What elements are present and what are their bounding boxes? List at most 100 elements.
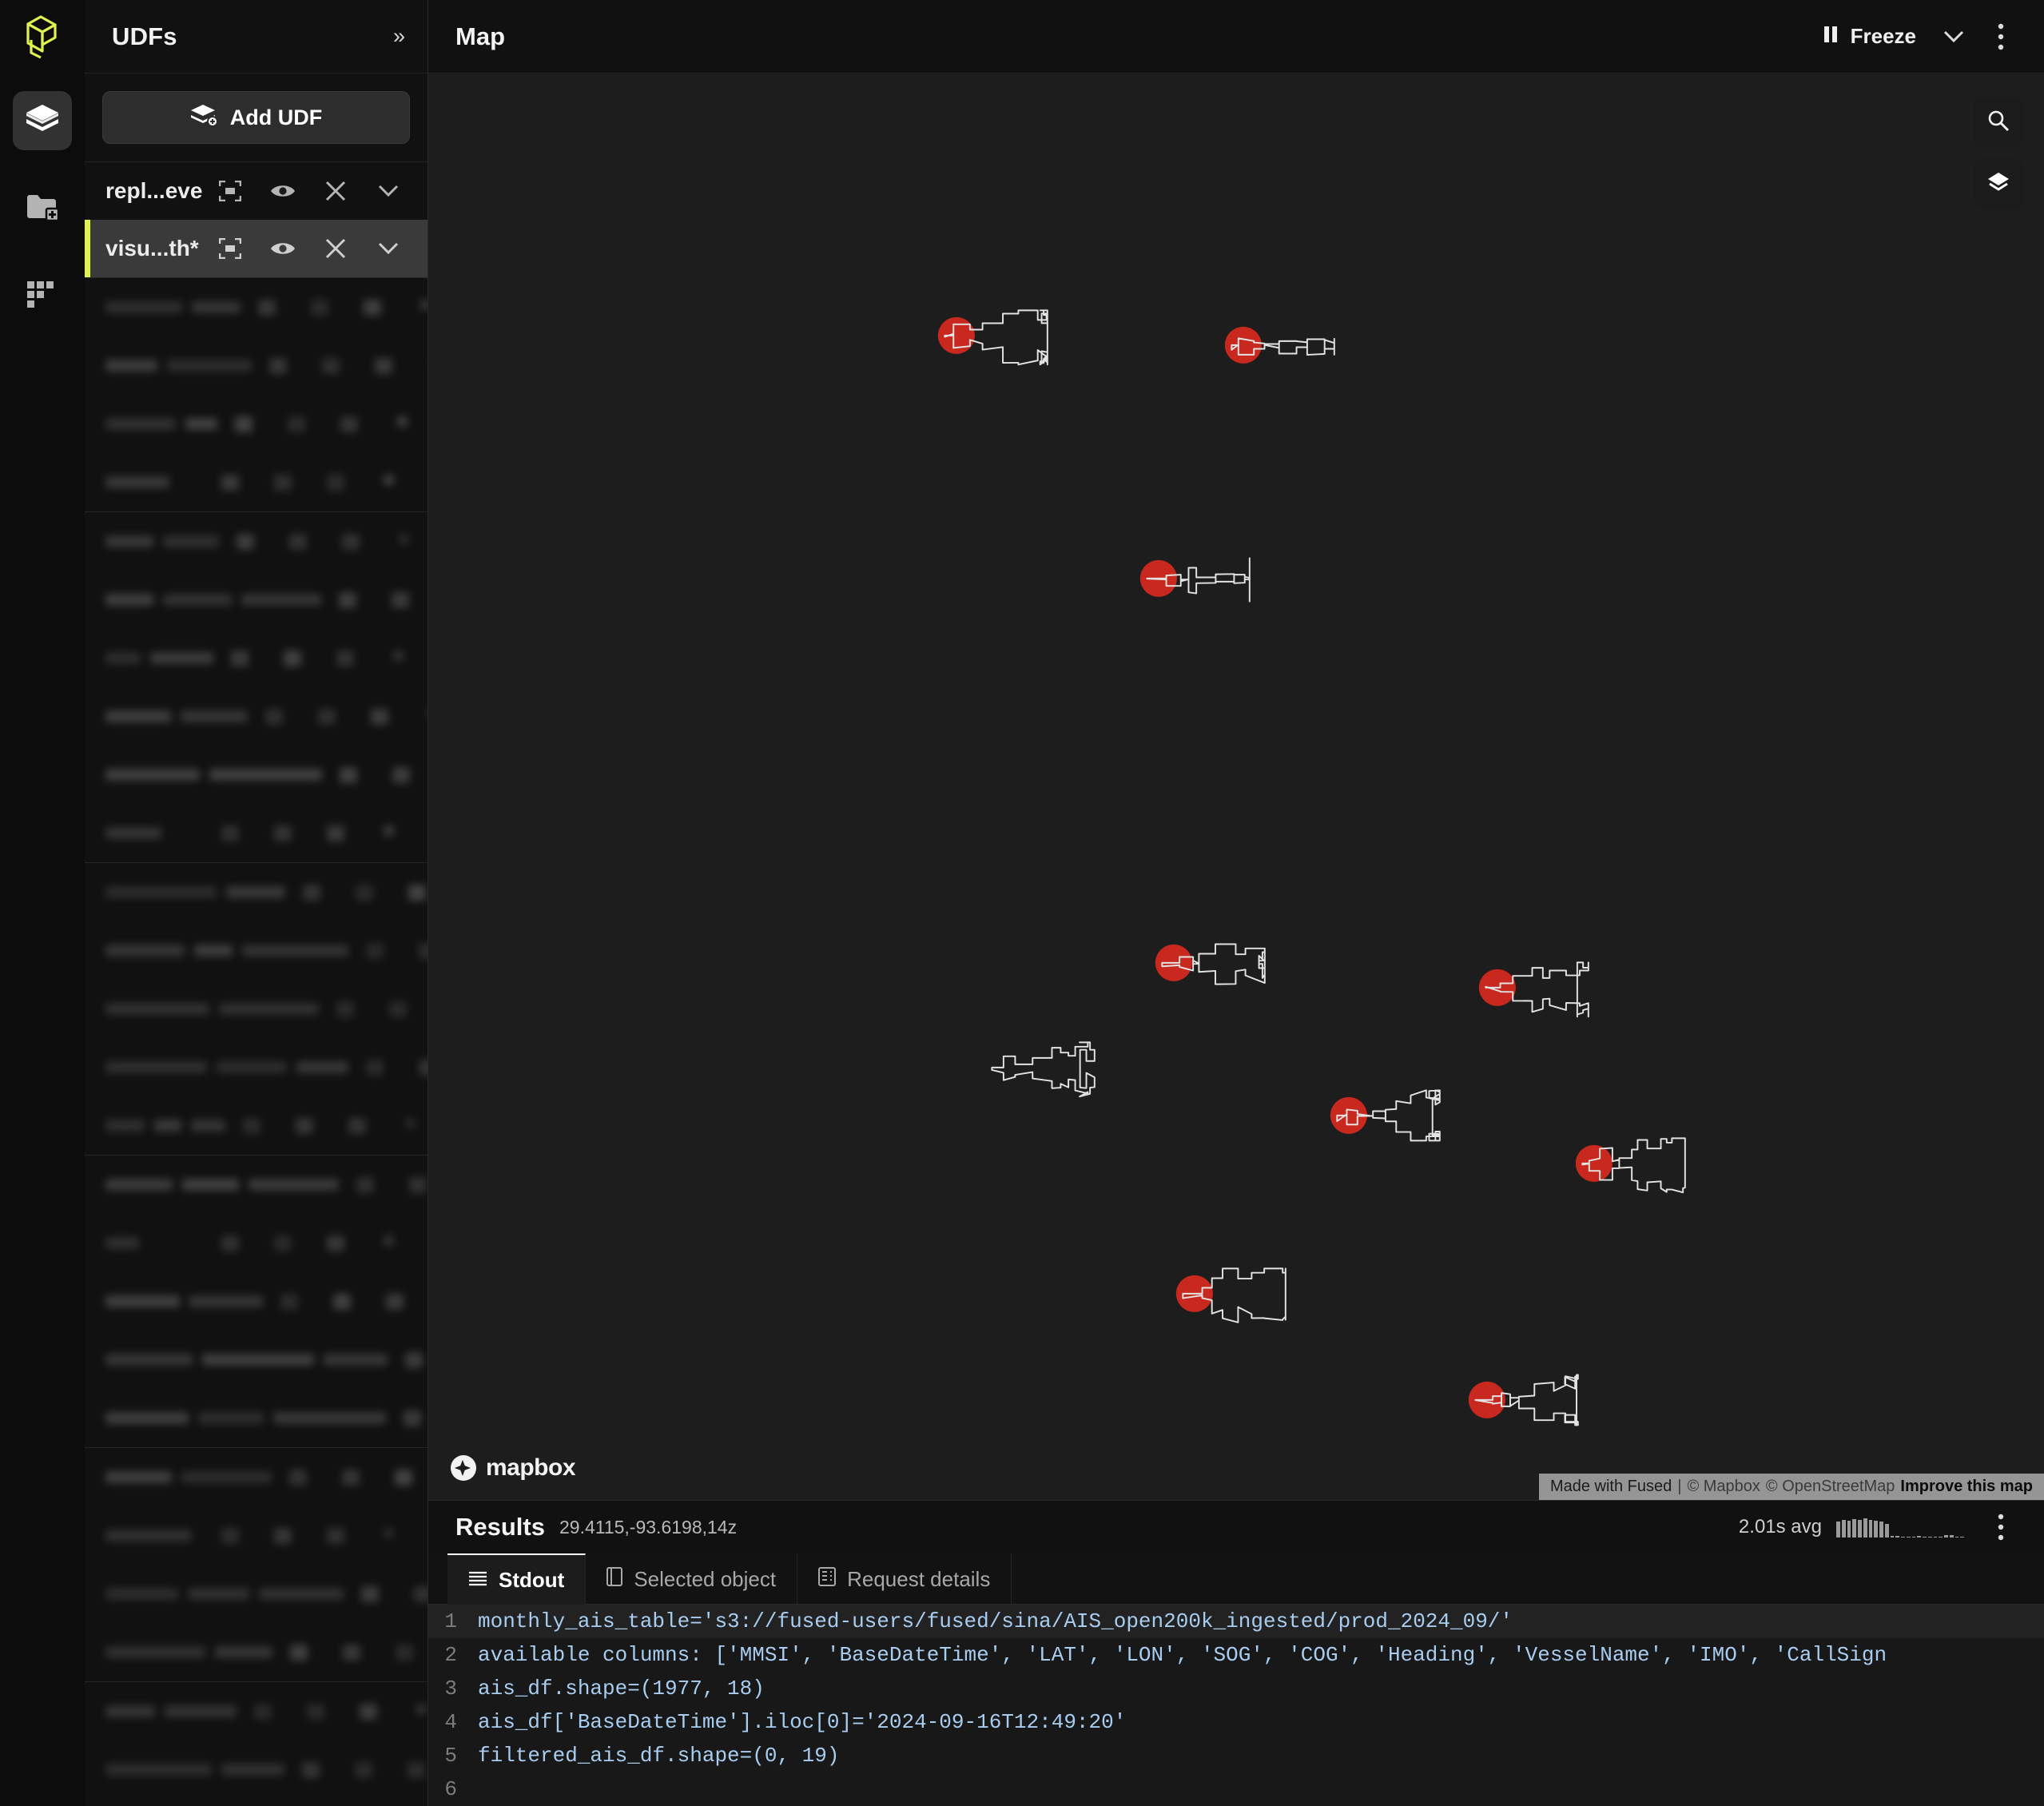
map-marker[interactable] — [1475, 958, 1603, 1026]
list-item[interactable] — [85, 1156, 427, 1214]
chevron-down-icon[interactable] — [362, 475, 415, 491]
eye-icon[interactable] — [300, 709, 353, 725]
close-icon[interactable] — [323, 416, 376, 432]
list-item[interactable] — [85, 336, 427, 395]
eye-icon[interactable] — [289, 1704, 342, 1720]
map-search-button[interactable] — [1974, 97, 2023, 147]
fit-bounds-icon[interactable] — [339, 1177, 392, 1193]
map-canvas[interactable]: mapbox Made with Fused | © Mapbox © Open… — [428, 74, 2044, 1500]
chevron-down-icon[interactable] — [410, 358, 427, 374]
fused-cube-logo-icon[interactable] — [0, 0, 85, 74]
sidebar-item-blocks[interactable] — [13, 267, 72, 326]
map-marker[interactable] — [1465, 1371, 1593, 1439]
list-item[interactable] — [85, 1623, 427, 1681]
close-icon[interactable] — [331, 1118, 384, 1134]
close-icon[interactable] — [309, 825, 362, 841]
tab-selected-object[interactable]: Selected object — [586, 1553, 797, 1605]
list-item[interactable] — [85, 571, 427, 629]
stdout-console[interactable]: 1monthly_ais_table='s3://fused-users/fus… — [428, 1605, 2044, 1806]
fit-bounds-icon[interactable] — [252, 358, 304, 374]
eye-icon[interactable] — [392, 1177, 427, 1193]
close-icon[interactable] — [342, 1704, 395, 1720]
eye-icon[interactable] — [304, 358, 357, 374]
fit-bounds-icon[interactable] — [272, 1645, 325, 1661]
chevron-down-icon[interactable] — [421, 1294, 427, 1310]
close-icon[interactable] — [324, 534, 377, 550]
chevron-down-icon[interactable] — [362, 825, 415, 841]
map-marker[interactable] — [934, 307, 1062, 375]
close-icon[interactable] — [346, 300, 399, 316]
list-item[interactable] — [85, 1331, 427, 1389]
fit-bounds-icon[interactable] — [204, 475, 256, 491]
fit-bounds-icon[interactable] — [272, 1470, 324, 1486]
map-marker[interactable] — [1172, 1265, 1300, 1333]
chevron-down-icon[interactable] — [362, 185, 415, 197]
map-marker[interactable] — [1572, 1134, 1700, 1202]
eye-icon[interactable] — [316, 1294, 368, 1310]
fit-bounds-icon[interactable] — [321, 592, 374, 608]
fit-bounds-icon[interactable] — [344, 1586, 396, 1602]
map-layers-button[interactable] — [1974, 158, 2023, 208]
close-icon[interactable] — [309, 181, 362, 201]
eye-icon[interactable] — [401, 1060, 427, 1076]
mapbox-logo[interactable]: mapbox — [449, 1454, 575, 1482]
fit-bounds-icon[interactable] — [204, 1528, 256, 1544]
improve-this-map-link[interactable]: Improve this map — [1900, 1478, 2033, 1496]
close-icon[interactable] — [309, 238, 362, 259]
eye-icon[interactable] — [256, 182, 309, 200]
chevron-down-icon[interactable] — [406, 709, 427, 725]
fit-bounds-icon[interactable] — [204, 181, 256, 201]
map-marker[interactable] — [981, 1039, 1109, 1107]
eye-icon[interactable] — [256, 475, 309, 491]
chevron-down-icon[interactable] — [362, 1528, 415, 1544]
eye-icon[interactable] — [256, 240, 309, 257]
fit-bounds-icon[interactable] — [204, 1235, 256, 1251]
list-item[interactable] — [85, 395, 427, 453]
chevron-down-icon[interactable] — [376, 416, 427, 432]
list-item[interactable] — [85, 687, 427, 746]
fit-bounds-icon[interactable] — [219, 534, 272, 550]
map-marker[interactable] — [1221, 316, 1349, 384]
close-icon[interactable] — [424, 1001, 427, 1017]
eye-icon[interactable] — [293, 300, 346, 316]
fit-bounds-icon[interactable] — [348, 1060, 401, 1076]
fit-bounds-icon[interactable] — [386, 1410, 427, 1426]
close-icon[interactable] — [378, 1645, 427, 1661]
fit-bounds-icon[interactable] — [213, 650, 266, 666]
fit-bounds-icon[interactable] — [388, 1352, 427, 1368]
close-icon[interactable] — [309, 1528, 362, 1544]
chevron-down-icon[interactable] — [362, 1235, 415, 1251]
tab-stdout[interactable]: Stdout — [447, 1553, 586, 1605]
sidebar-item-layers[interactable] — [13, 91, 72, 150]
chevron-down-icon[interactable] — [362, 242, 415, 255]
close-icon[interactable] — [391, 885, 427, 901]
map-marker[interactable] — [1326, 1086, 1454, 1154]
fit-bounds-icon[interactable] — [348, 943, 401, 959]
close-icon[interactable] — [309, 1235, 362, 1251]
list-item[interactable] — [85, 980, 427, 1038]
fit-bounds-icon[interactable] — [237, 1704, 289, 1720]
freeze-button[interactable]: Freeze — [1811, 14, 1929, 59]
list-item[interactable] — [85, 1740, 427, 1799]
eye-icon[interactable] — [256, 1528, 309, 1544]
eye-icon[interactable] — [396, 1586, 427, 1602]
freeze-dropdown-button[interactable] — [1929, 14, 1978, 59]
fit-bounds-icon[interactable] — [241, 300, 293, 316]
list-item[interactable] — [85, 278, 427, 336]
collapse-sidebar-button[interactable]: » — [393, 26, 405, 47]
eye-icon[interactable] — [272, 534, 324, 550]
chevron-down-icon[interactable] — [384, 1118, 427, 1134]
eye-icon[interactable] — [337, 1762, 390, 1778]
eye-icon[interactable] — [375, 767, 427, 783]
list-item[interactable] — [85, 1799, 427, 1806]
fit-bounds-icon[interactable] — [217, 416, 270, 432]
list-item[interactable] — [85, 629, 427, 687]
list-item[interactable] — [85, 1214, 427, 1272]
list-item[interactable] — [85, 1682, 427, 1740]
close-icon[interactable] — [377, 1470, 427, 1486]
fit-bounds-icon[interactable] — [284, 1762, 337, 1778]
eye-icon[interactable] — [256, 1235, 309, 1251]
list-item[interactable] — [85, 746, 427, 804]
list-item[interactable] — [85, 1272, 427, 1331]
close-icon[interactable] — [319, 650, 372, 666]
